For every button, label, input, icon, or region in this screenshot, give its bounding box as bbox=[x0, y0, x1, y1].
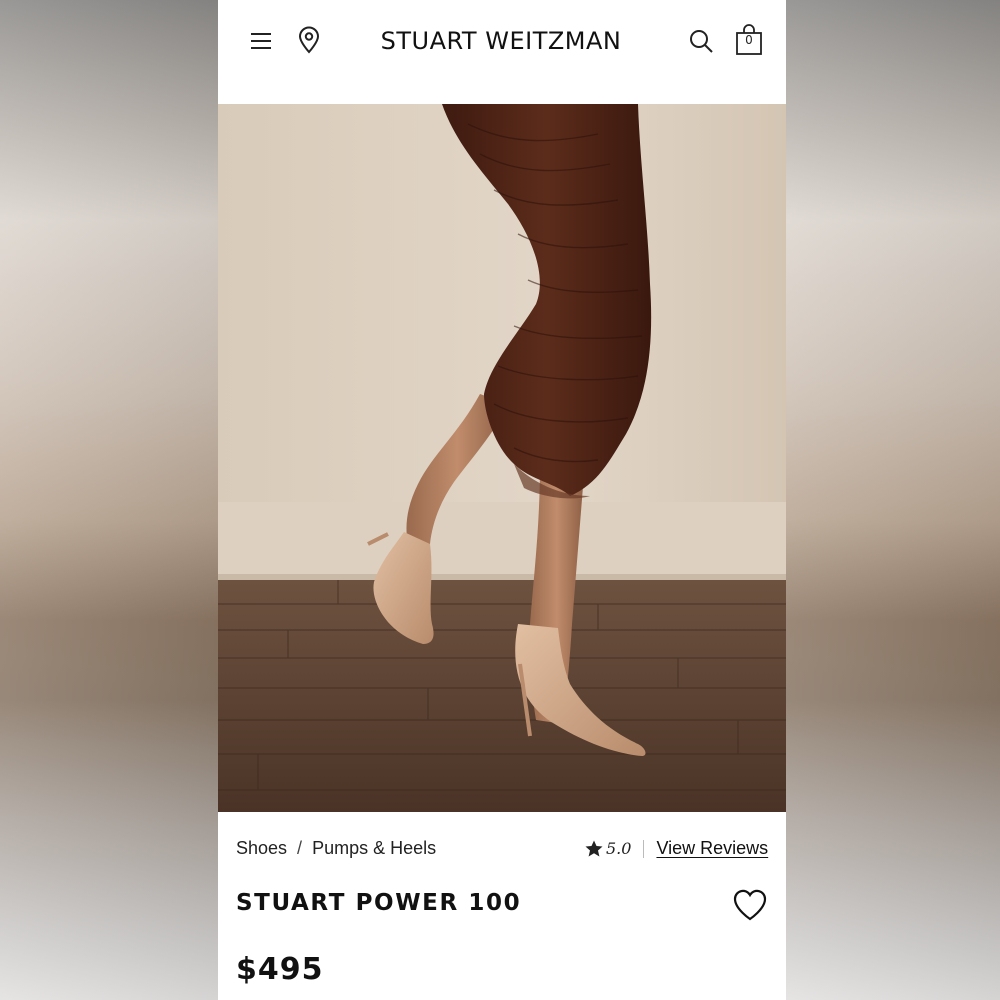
rating-value: 5.0 bbox=[606, 839, 632, 858]
search-icon[interactable] bbox=[688, 28, 714, 54]
view-reviews-link[interactable]: View Reviews bbox=[656, 838, 768, 859]
breadcrumb-shoes[interactable]: Shoes bbox=[236, 838, 287, 859]
product-image[interactable] bbox=[218, 104, 786, 812]
brand-logo[interactable]: STUART WEITZMAN bbox=[346, 27, 656, 55]
breadcrumb-separator: / bbox=[297, 838, 303, 858]
shopping-bag-icon[interactable]: 0 bbox=[734, 24, 764, 56]
product-page: STUART WEITZMAN 0 Shoes / Pumps & Heels … bbox=[218, 0, 786, 1000]
menu-icon[interactable] bbox=[248, 28, 274, 54]
location-pin-icon[interactable] bbox=[296, 26, 322, 54]
product-photo bbox=[218, 104, 786, 812]
star-icon bbox=[585, 840, 603, 856]
background-right bbox=[786, 0, 1000, 1000]
bag-count: 0 bbox=[745, 33, 753, 47]
product-price: $495 bbox=[236, 952, 324, 987]
product-title: STUART POWER 100 bbox=[236, 890, 522, 916]
site-header: STUART WEITZMAN 0 bbox=[218, 0, 786, 104]
rating-divider bbox=[643, 839, 645, 858]
heart-icon[interactable] bbox=[732, 888, 768, 922]
rating-summary: 5.0 View Reviews bbox=[584, 838, 768, 859]
breadcrumb-pumps-heels[interactable]: Pumps & Heels bbox=[312, 838, 436, 859]
breadcrumb: Shoes / Pumps & Heels bbox=[236, 838, 436, 859]
background-left bbox=[0, 0, 218, 1000]
